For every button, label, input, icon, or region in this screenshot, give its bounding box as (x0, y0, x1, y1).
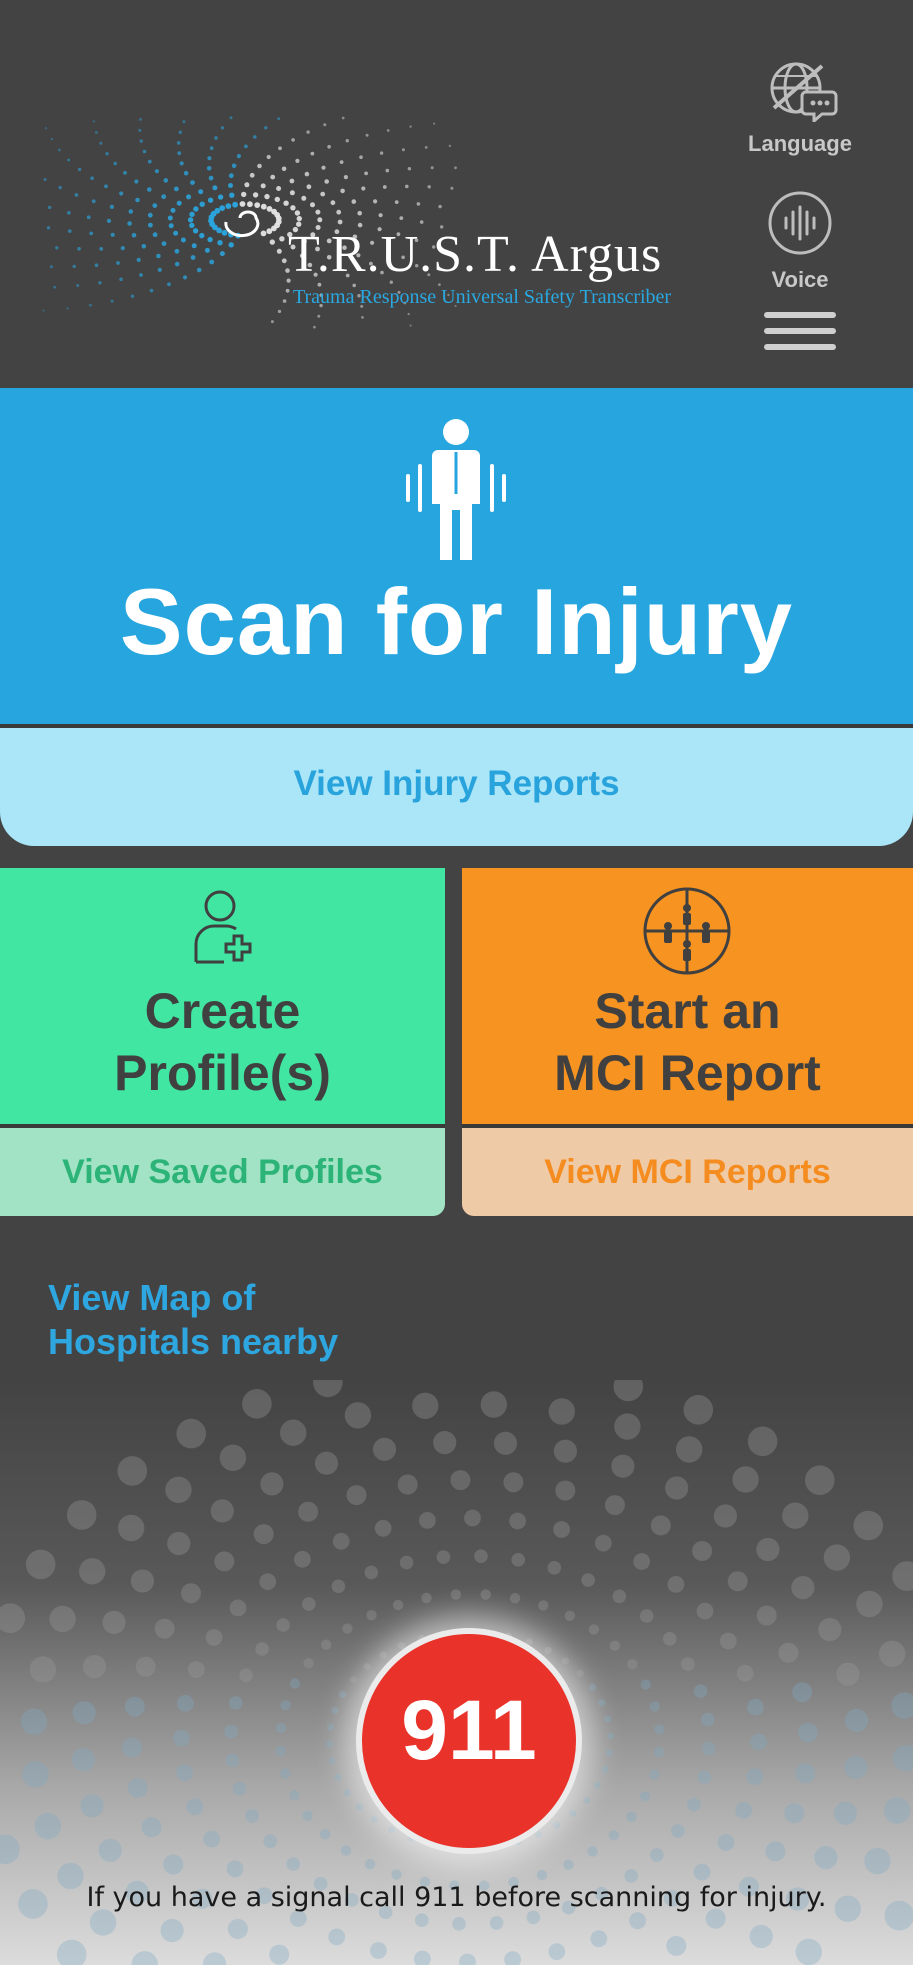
menu-line (764, 328, 836, 334)
language-icon (770, 62, 838, 125)
body-scan-icon (406, 419, 506, 560)
start-mci-report-title: Start an MCI Report (462, 980, 913, 1104)
start-mci-line2: MCI Report (554, 1045, 821, 1101)
voice-button[interactable]: Voice (730, 188, 870, 293)
voice-icon (768, 191, 832, 255)
map-link-line1: View Map of (48, 1277, 256, 1318)
app-header: T.R.U.S.T. Argus Trauma Response Univers… (0, 0, 913, 388)
map-link-line2: Hospitals nearby (48, 1321, 339, 1362)
group-crosshair-icon (643, 887, 731, 975)
create-profiles-line1: Create (144, 983, 301, 1039)
scan-for-injury-button[interactable]: Scan for Injury (0, 388, 913, 724)
start-mci-line1: Start an (594, 983, 781, 1039)
logo-subtitle: Trauma Response Universal Safety Transcr… (293, 286, 672, 308)
call-911-button[interactable]: 911 (356, 1628, 582, 1854)
view-injury-reports-label: View Injury Reports (293, 764, 620, 803)
view-hospital-map-link[interactable]: View Map of Hospitals nearby (48, 1276, 408, 1364)
view-injury-reports-button[interactable]: View Injury Reports (0, 728, 913, 846)
start-mci-report-button[interactable]: Start an MCI Report (462, 868, 913, 1126)
logo-title: T.R.U.S.T. Argus (288, 226, 663, 283)
scan-for-injury-label: Scan for Injury (119, 569, 794, 674)
view-saved-profiles-button[interactable]: View Saved Profiles (0, 1128, 445, 1216)
call-911-note: If you have a signal call 911 before sca… (86, 1882, 827, 1913)
create-profiles-button[interactable]: Create Profile(s) (0, 868, 445, 1126)
create-profiles-line2: Profile(s) (114, 1045, 331, 1101)
language-label: Language (748, 131, 852, 156)
view-mci-reports-button[interactable]: View MCI Reports (462, 1128, 913, 1216)
voice-label: Voice (771, 267, 829, 292)
hamburger-menu-icon[interactable] (764, 312, 836, 360)
add-person-icon (194, 890, 252, 964)
menu-line (764, 344, 836, 350)
view-mci-reports-label: View MCI Reports (544, 1153, 831, 1191)
menu-line (764, 312, 836, 318)
call-911-label: 911 (401, 1683, 537, 1777)
language-button[interactable]: Language (730, 52, 870, 157)
view-saved-profiles-label: View Saved Profiles (62, 1153, 383, 1191)
create-profiles-title: Create Profile(s) (0, 980, 445, 1104)
